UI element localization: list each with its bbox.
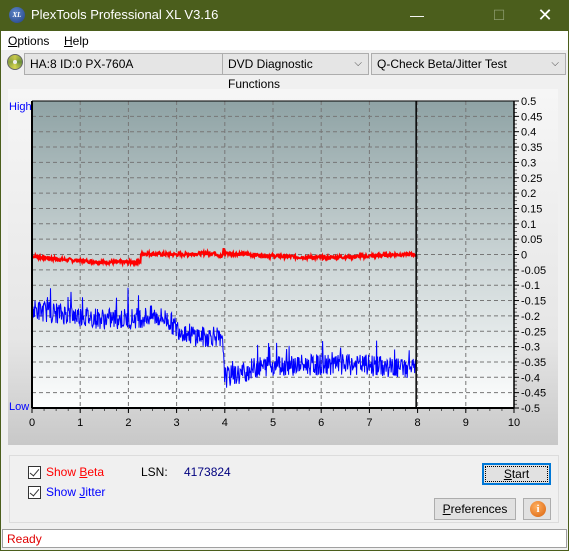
x-tick-label: 3 <box>174 417 180 429</box>
app-logo-icon: XL <box>9 7 25 23</box>
options-panel: Show Beta Show Jitter LSN: 4173824 Start… <box>9 455 559 523</box>
title-bar[interactable]: XL PlexTools Professional XL V3.16 — ☐ ✕ <box>0 0 569 31</box>
show-beta-label[interactable]: Show Beta <box>46 465 104 479</box>
y-tick-label: 0.3 <box>521 157 536 169</box>
y-tick-label: 0.45 <box>521 111 542 123</box>
high-label: High <box>9 101 32 113</box>
y-tick-label: 0.2 <box>521 188 536 200</box>
y-tick-label: -0.5 <box>521 403 540 415</box>
x-tick-label: 5 <box>270 417 276 429</box>
x-tick-label: 0 <box>29 417 35 429</box>
menu-options-accel: O <box>8 34 18 48</box>
show-jitter-label-pre: Show <box>46 485 80 499</box>
preferences-accel: P <box>442 502 451 516</box>
y-tick-label: -0.2 <box>521 311 540 323</box>
x-tick-label: 4 <box>222 417 228 429</box>
x-tick-label: 6 <box>318 417 324 429</box>
show-beta-checkbox[interactable] <box>28 466 41 479</box>
chevron-down-icon: ⌵ <box>354 58 362 69</box>
x-tick-label: 1 <box>77 417 83 429</box>
x-tick-label: 8 <box>415 417 421 429</box>
lsn-label: LSN: <box>141 465 168 479</box>
show-beta-label-post: eta <box>87 465 105 479</box>
menu-options-label: ptions <box>17 34 50 48</box>
drive-select[interactable]: HA:8 ID:0 PX-760A ⌵ <box>24 53 240 75</box>
x-tick-label: 9 <box>463 417 469 429</box>
status-text: Ready <box>7 532 42 546</box>
show-jitter-label-post: itter <box>85 485 106 499</box>
toolbar: HA:8 ID:0 PX-760A ⌵ DVD Diagnostic Funct… <box>1 50 568 91</box>
maximize-button[interactable]: ☐ <box>476 0 522 31</box>
preferences-label: references <box>450 502 508 516</box>
test-select-value: Q-Check Beta/Jitter Test <box>377 57 507 71</box>
lsn-value: 4173824 <box>184 465 231 479</box>
chevron-down-icon: ⌵ <box>551 58 559 69</box>
chart-panel: 0.5 0.45 0.4 0.35 0.3 0.25 0.2 0.15 0.1 0.05 0 -0.0… <box>8 89 558 445</box>
preferences-button[interactable]: Preferences <box>434 498 516 520</box>
drive-select-value: HA:8 ID:0 PX-760A <box>30 57 134 71</box>
show-jitter-label[interactable]: Show Jitter <box>46 485 105 499</box>
y-tick-label: -0.1 <box>521 280 540 292</box>
y-tick-label: -0.4 <box>521 372 540 384</box>
focus-rect <box>485 466 548 482</box>
y-tick-label: 0 <box>521 250 527 262</box>
menu-help-accel: H <box>64 34 73 48</box>
x-tick-label: 2 <box>125 417 131 429</box>
y-tick-label: 0.15 <box>521 203 542 215</box>
low-label: Low <box>9 401 29 413</box>
menu-help[interactable]: Help <box>64 34 89 48</box>
menu-bar: Options Help <box>1 31 568 50</box>
show-jitter-checkbox[interactable] <box>28 486 41 499</box>
y-tick-label: 0.1 <box>521 219 536 231</box>
test-select[interactable]: Q-Check Beta/Jitter Test ⌵ <box>371 53 566 75</box>
menu-help-label: elp <box>72 34 89 48</box>
disc-drive-icon <box>7 54 23 70</box>
info-icon: i <box>530 501 546 517</box>
x-tick-label: 10 <box>508 417 520 429</box>
y-tick-label: -0.25 <box>521 326 546 338</box>
close-button[interactable]: ✕ <box>522 0 568 31</box>
y-tick-label: -0.35 <box>521 357 546 369</box>
client-area: Options Help HA:8 ID:0 PX-760A ⌵ DVD Dia… <box>1 31 568 550</box>
function-select[interactable]: DVD Diagnostic Functions ⌵ <box>222 53 369 91</box>
y-tick-label: -0.05 <box>521 265 546 277</box>
y-tick-label: -0.45 <box>521 388 546 400</box>
beta-jitter-chart: 0.5 0.45 0.4 0.35 0.3 0.25 0.2 0.15 0.1 0.05 0 -0.0… <box>9 96 546 429</box>
status-bar: Ready <box>2 529 567 548</box>
y-tick-label: -0.15 <box>521 296 546 308</box>
function-select-value: DVD Diagnostic Functions <box>228 57 313 91</box>
start-button[interactable]: Start <box>482 463 551 485</box>
y-tick-label: 0.35 <box>521 142 542 154</box>
app-window: XL PlexTools Professional XL V3.16 — ☐ ✕… <box>0 0 569 551</box>
y-tick-label: -0.3 <box>521 342 540 354</box>
y-tick-label: 0.05 <box>521 234 542 246</box>
window-title: PlexTools Professional XL V3.16 <box>31 7 219 22</box>
minimize-button[interactable]: — <box>394 0 440 31</box>
info-button[interactable]: i <box>523 498 551 520</box>
y-tick-label: 0.4 <box>521 127 536 139</box>
y-tick-label: 0.25 <box>521 173 542 185</box>
menu-options[interactable]: Options <box>8 34 49 48</box>
y-tick-label: 0.5 <box>521 96 536 108</box>
x-tick-label: 7 <box>366 417 372 429</box>
show-beta-label-pre: Show <box>46 465 80 479</box>
